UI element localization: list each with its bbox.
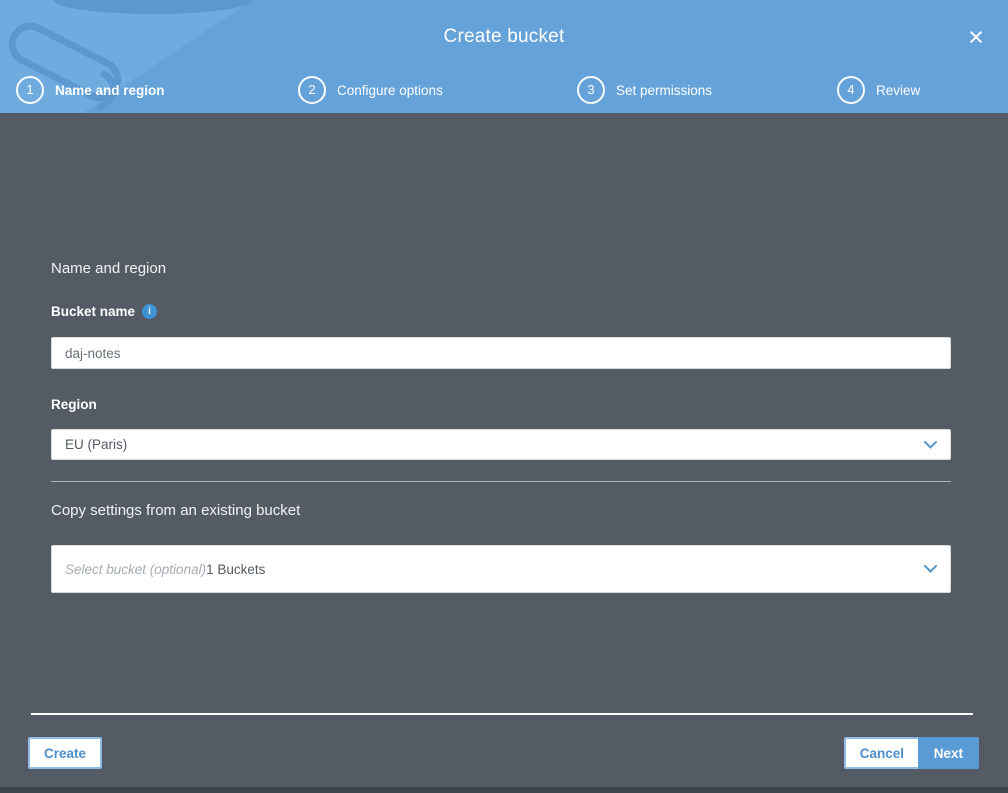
step-number-circle: 2 (298, 76, 326, 104)
info-icon[interactable]: i (142, 304, 158, 319)
section-divider (51, 481, 951, 482)
section-heading-copy-settings: Copy settings from an existing bucket (51, 502, 301, 519)
modal-body: Name and region Bucket name i Region EU … (0, 113, 1008, 793)
step-number-circle: 1 (16, 76, 44, 104)
step-label: Review (876, 82, 921, 98)
chevron-down-icon (924, 440, 937, 449)
step-number-circle: 4 (837, 76, 865, 104)
footer-divider (31, 713, 973, 715)
step-label: Name and region (55, 82, 165, 98)
bucket-count-text: 1 Buckets (206, 561, 266, 577)
region-label: Region (51, 397, 97, 412)
bucket-name-input[interactable] (51, 337, 951, 369)
region-label-text: Region (51, 397, 97, 412)
section-heading-name-and-region: Name and region (51, 260, 167, 277)
step-number-circle: 3 (577, 76, 605, 104)
region-select[interactable]: EU (Paris) (51, 429, 951, 460)
chevron-down-icon (924, 565, 937, 573)
create-button[interactable]: Create (28, 737, 103, 769)
copy-bucket-placeholder: Select bucket (optional) (65, 561, 207, 577)
close-icon[interactable]: × (962, 24, 990, 52)
step-label: Configure options (337, 82, 443, 98)
step-review[interactable]: 4 Review (837, 76, 920, 104)
step-indicator: 1 Name and region 2 Configure options 3 … (0, 76, 1008, 106)
modal-header: Create bucket × 1 Name and region 2 Conf… (0, 0, 1008, 113)
copy-bucket-select[interactable]: Select bucket (optional) 1 Buckets (51, 545, 951, 593)
step-configure-options[interactable]: 2 Configure options (298, 76, 443, 104)
next-button[interactable]: Next (917, 737, 979, 769)
region-selected-value: EU (Paris) (65, 437, 128, 452)
create-bucket-modal: Create bucket × 1 Name and region 2 Conf… (0, 0, 1008, 793)
bucket-name-label-text: Bucket name (51, 304, 136, 319)
step-name-and-region[interactable]: 1 Name and region (16, 76, 165, 104)
step-set-permissions[interactable]: 3 Set permissions (577, 76, 712, 104)
step-label: Set permissions (616, 82, 713, 98)
bucket-name-label: Bucket name i (51, 304, 158, 319)
page-title: Create bucket (443, 26, 565, 47)
cancel-button[interactable]: Cancel (843, 737, 920, 769)
page-background-strip (0, 787, 1008, 793)
